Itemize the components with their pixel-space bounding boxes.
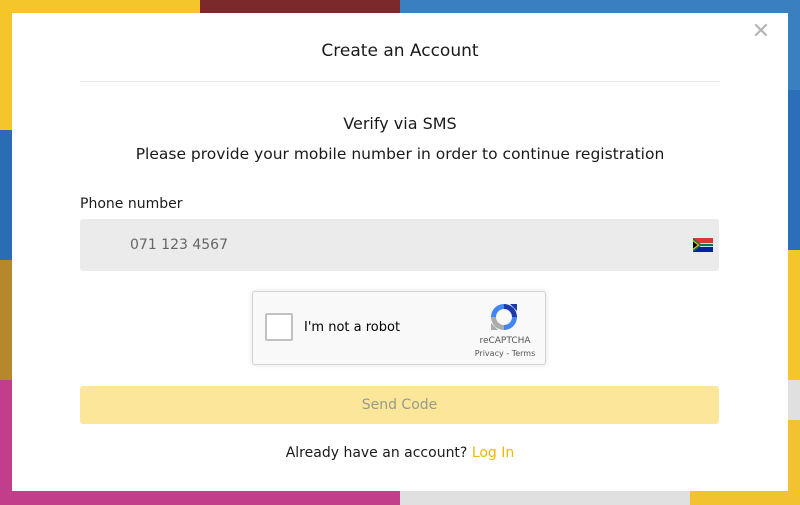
phone-number-label: Phone number — [80, 196, 183, 212]
create-account-modal: ✕ Create an Account Verify via SMS Pleas… — [12, 13, 788, 491]
recaptcha-brand: reCAPTCHA — [479, 336, 531, 346]
send-code-button[interactable]: Send Code — [80, 386, 719, 424]
modal-title: Create an Account — [321, 41, 479, 61]
divider — [80, 81, 720, 82]
recaptcha-privacy-link[interactable]: Privacy — [475, 349, 504, 358]
login-link[interactable]: Log In — [472, 445, 514, 461]
recaptcha-checkbox[interactable] — [265, 313, 293, 341]
recaptcha-widget: I'm not a robot reCAPTCHA Privacy - Term… — [252, 291, 546, 365]
phone-number-field — [80, 219, 719, 271]
login-prompt-text: Already have an account? — [285, 445, 472, 461]
south-africa-flag-icon[interactable] — [693, 238, 713, 252]
recaptcha-terms-link[interactable]: Terms — [512, 349, 536, 358]
close-icon[interactable]: ✕ — [750, 21, 772, 43]
phone-number-input[interactable] — [80, 219, 719, 271]
recaptcha-separator: - — [503, 349, 512, 358]
verify-title: Verify via SMS — [343, 114, 457, 133]
recaptcha-label: I'm not a robot — [304, 320, 401, 335]
recaptcha-logo-icon — [491, 304, 517, 330]
instructions-text: Please provide your mobile number in ord… — [135, 145, 665, 163]
login-prompt: Already have an account? Log In — [12, 445, 788, 461]
recaptcha-links: Privacy - Terms — [471, 349, 539, 358]
